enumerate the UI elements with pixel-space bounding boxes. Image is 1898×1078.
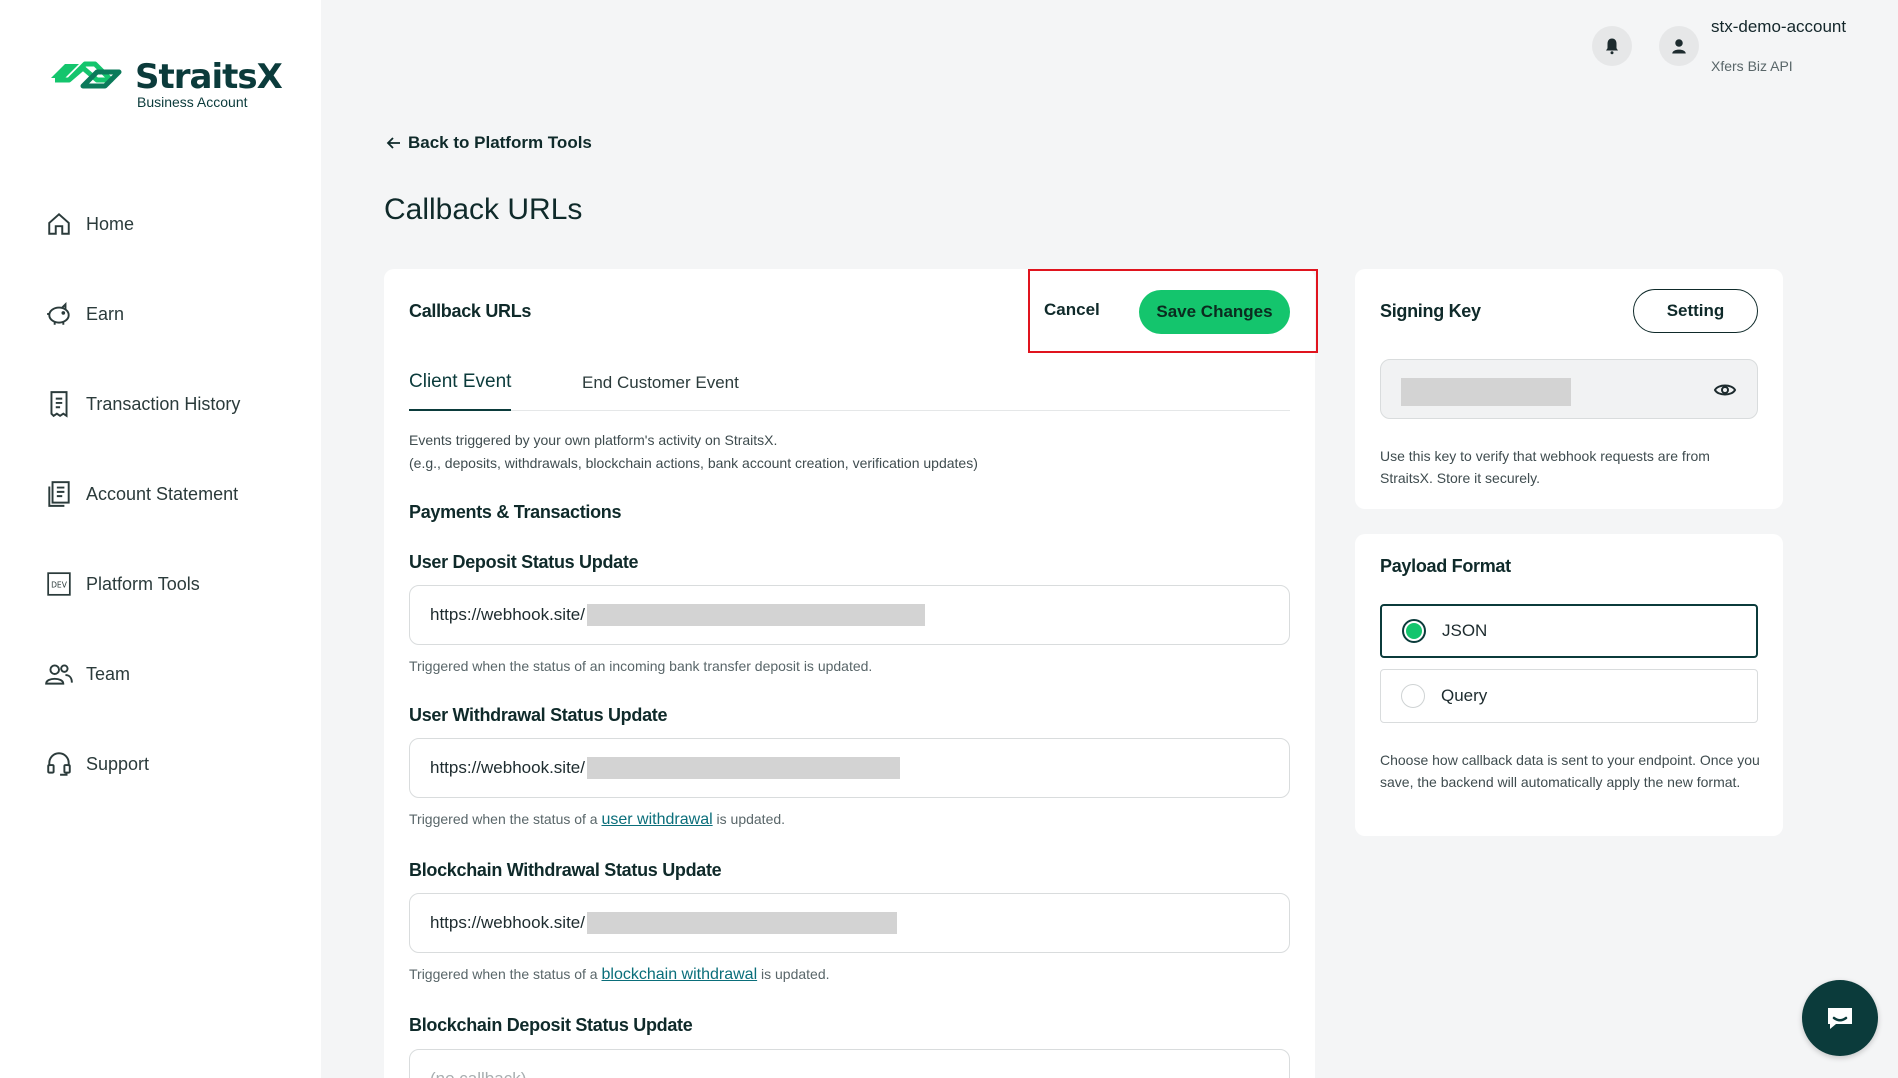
chat-icon	[1828, 1008, 1852, 1029]
straitsx-logo[interactable]: StraitsX Business Account	[47, 56, 283, 110]
field-label: Blockchain Deposit Status Update	[409, 1015, 693, 1035]
field-label: Blockchain Withdrawal Status Update	[409, 860, 722, 880]
bell-icon	[1606, 38, 1618, 55]
signing-key-card: Signing Key Setting Use this key to veri…	[1355, 269, 1783, 509]
team-icon	[44, 659, 74, 689]
user-withdrawal-link[interactable]: user withdrawal	[601, 811, 712, 828]
headset-icon	[44, 749, 74, 779]
sidebar-item-support[interactable]: Support	[44, 746, 240, 782]
hint-text: is updated.	[757, 966, 830, 982]
avatar[interactable]	[1659, 26, 1699, 66]
sidebar-item-label: Support	[86, 753, 150, 774]
field-hint: Triggered when the status of an incoming…	[409, 658, 873, 674]
sidebar-item-team[interactable]: Team	[44, 656, 240, 692]
blockchain-withdrawal-url-input[interactable]: https://webhook.site/	[409, 893, 1290, 953]
radio-selected-icon	[1402, 619, 1426, 643]
option-label: JSON	[1442, 621, 1488, 640]
redacted-block	[586, 757, 900, 779]
redacted-block	[586, 604, 925, 626]
sidebar-item-earn[interactable]: Earn	[44, 296, 240, 332]
sidebar-item-label: Earn	[86, 303, 125, 324]
redacted-block	[586, 912, 897, 934]
blockchain-withdrawal-link[interactable]: blockchain withdrawal	[601, 966, 757, 983]
event-tabs: Client Event End Customer Event	[409, 371, 1290, 411]
chat-button[interactable]	[1802, 980, 1878, 1056]
tab-end-customer-event[interactable]: End Customer Event	[582, 371, 739, 411]
dev-icon: DEV	[44, 569, 74, 599]
piggy-bank-icon	[44, 299, 74, 329]
payload-option-json[interactable]: JSON	[1380, 604, 1758, 658]
field-label: User Deposit Status Update	[409, 552, 639, 572]
sidebar-item-label: Home	[86, 213, 135, 234]
radio-unselected-icon	[1401, 684, 1425, 708]
url-text: https://webhook.site/	[430, 605, 585, 624]
receipt-icon	[44, 389, 74, 419]
save-changes-button[interactable]: Save Changes	[1139, 290, 1290, 334]
sidebar-item-transaction-history[interactable]: Transaction History	[44, 386, 240, 422]
sidebar-item-home[interactable]: Home	[44, 206, 240, 242]
page-title: Callback URLs	[384, 193, 583, 226]
account-org: Xfers Biz API	[1711, 58, 1793, 74]
hint-text: is updated.	[712, 811, 786, 827]
sidebar-item-label: Account Statement	[86, 483, 239, 504]
section-heading: Payments & Transactions	[409, 502, 622, 522]
back-link[interactable]: Back to Platform Tools	[386, 133, 592, 153]
tab-description: Events triggered by your own platform's …	[409, 432, 778, 448]
cancel-button[interactable]: Cancel	[1044, 300, 1100, 320]
field-hint: Triggered when the status of a blockchai…	[409, 966, 830, 984]
tab-description-examples: (e.g., deposits, withdrawals, blockchain…	[409, 455, 978, 471]
hint-text: Triggered when the status of a	[409, 811, 602, 827]
brand-name: StraitsX	[135, 57, 283, 97]
sidebar-item-account-statement[interactable]: Account Statement	[44, 476, 240, 512]
payload-format-description: Choose how callback data is sent to your…	[1380, 752, 1760, 790]
payload-format-title: Payload Format	[1380, 556, 1511, 576]
sidebar-item-label: Team	[86, 663, 131, 684]
sidebar: StraitsX Business Account Home Earn Tran…	[0, 0, 321, 1078]
user-withdrawal-url-input[interactable]: https://webhook.site/	[409, 738, 1290, 798]
redacted-block	[1401, 378, 1571, 406]
back-link-label: Back to Platform Tools	[408, 133, 592, 152]
svg-text:DEV: DEV	[51, 580, 68, 589]
arrow-left-icon	[386, 137, 400, 149]
tab-client-event[interactable]: Client Event	[409, 371, 512, 411]
payload-format-card: Payload Format JSON Query Choose how cal…	[1355, 534, 1783, 836]
url-text: https://webhook.site/	[430, 758, 585, 777]
sidebar-item-label: Platform Tools	[86, 573, 200, 594]
input-placeholder: (no callback)	[430, 1069, 526, 1078]
payload-option-query[interactable]: Query	[1380, 669, 1758, 723]
field-hint: Triggered when the status of a user with…	[409, 811, 785, 829]
sidebar-item-label: Transaction History	[86, 393, 241, 414]
url-text: https://webhook.site/	[430, 913, 585, 932]
setting-button[interactable]: Setting	[1633, 289, 1758, 333]
option-label: Query	[1441, 686, 1488, 705]
home-icon	[44, 209, 74, 239]
logo-mark-icon	[51, 61, 122, 89]
notifications-button[interactable]	[1592, 26, 1632, 66]
eye-icon[interactable]	[1713, 378, 1737, 402]
hint-text: Triggered when the status of a	[409, 966, 602, 982]
signing-key-field[interactable]	[1380, 359, 1758, 419]
card-title: Callback URLs	[409, 301, 532, 321]
sidebar-nav: Home Earn Transaction History Account St…	[44, 206, 240, 836]
user-icon	[1672, 39, 1686, 54]
signing-key-title: Signing Key	[1380, 301, 1481, 321]
signing-key-description: Use this key to verify that webhook requ…	[1380, 448, 1710, 486]
field-label: User Withdrawal Status Update	[409, 705, 668, 725]
callback-urls-card: Callback URLs Client Event End Customer …	[384, 269, 1315, 1078]
user-deposit-url-input[interactable]: https://webhook.site/	[409, 585, 1290, 645]
account-name[interactable]: stx-demo-account	[1711, 17, 1846, 37]
statement-icon	[44, 479, 74, 509]
blockchain-deposit-url-input[interactable]: (no callback)	[409, 1049, 1290, 1078]
sidebar-item-platform-tools[interactable]: DEV Platform Tools	[44, 566, 240, 602]
